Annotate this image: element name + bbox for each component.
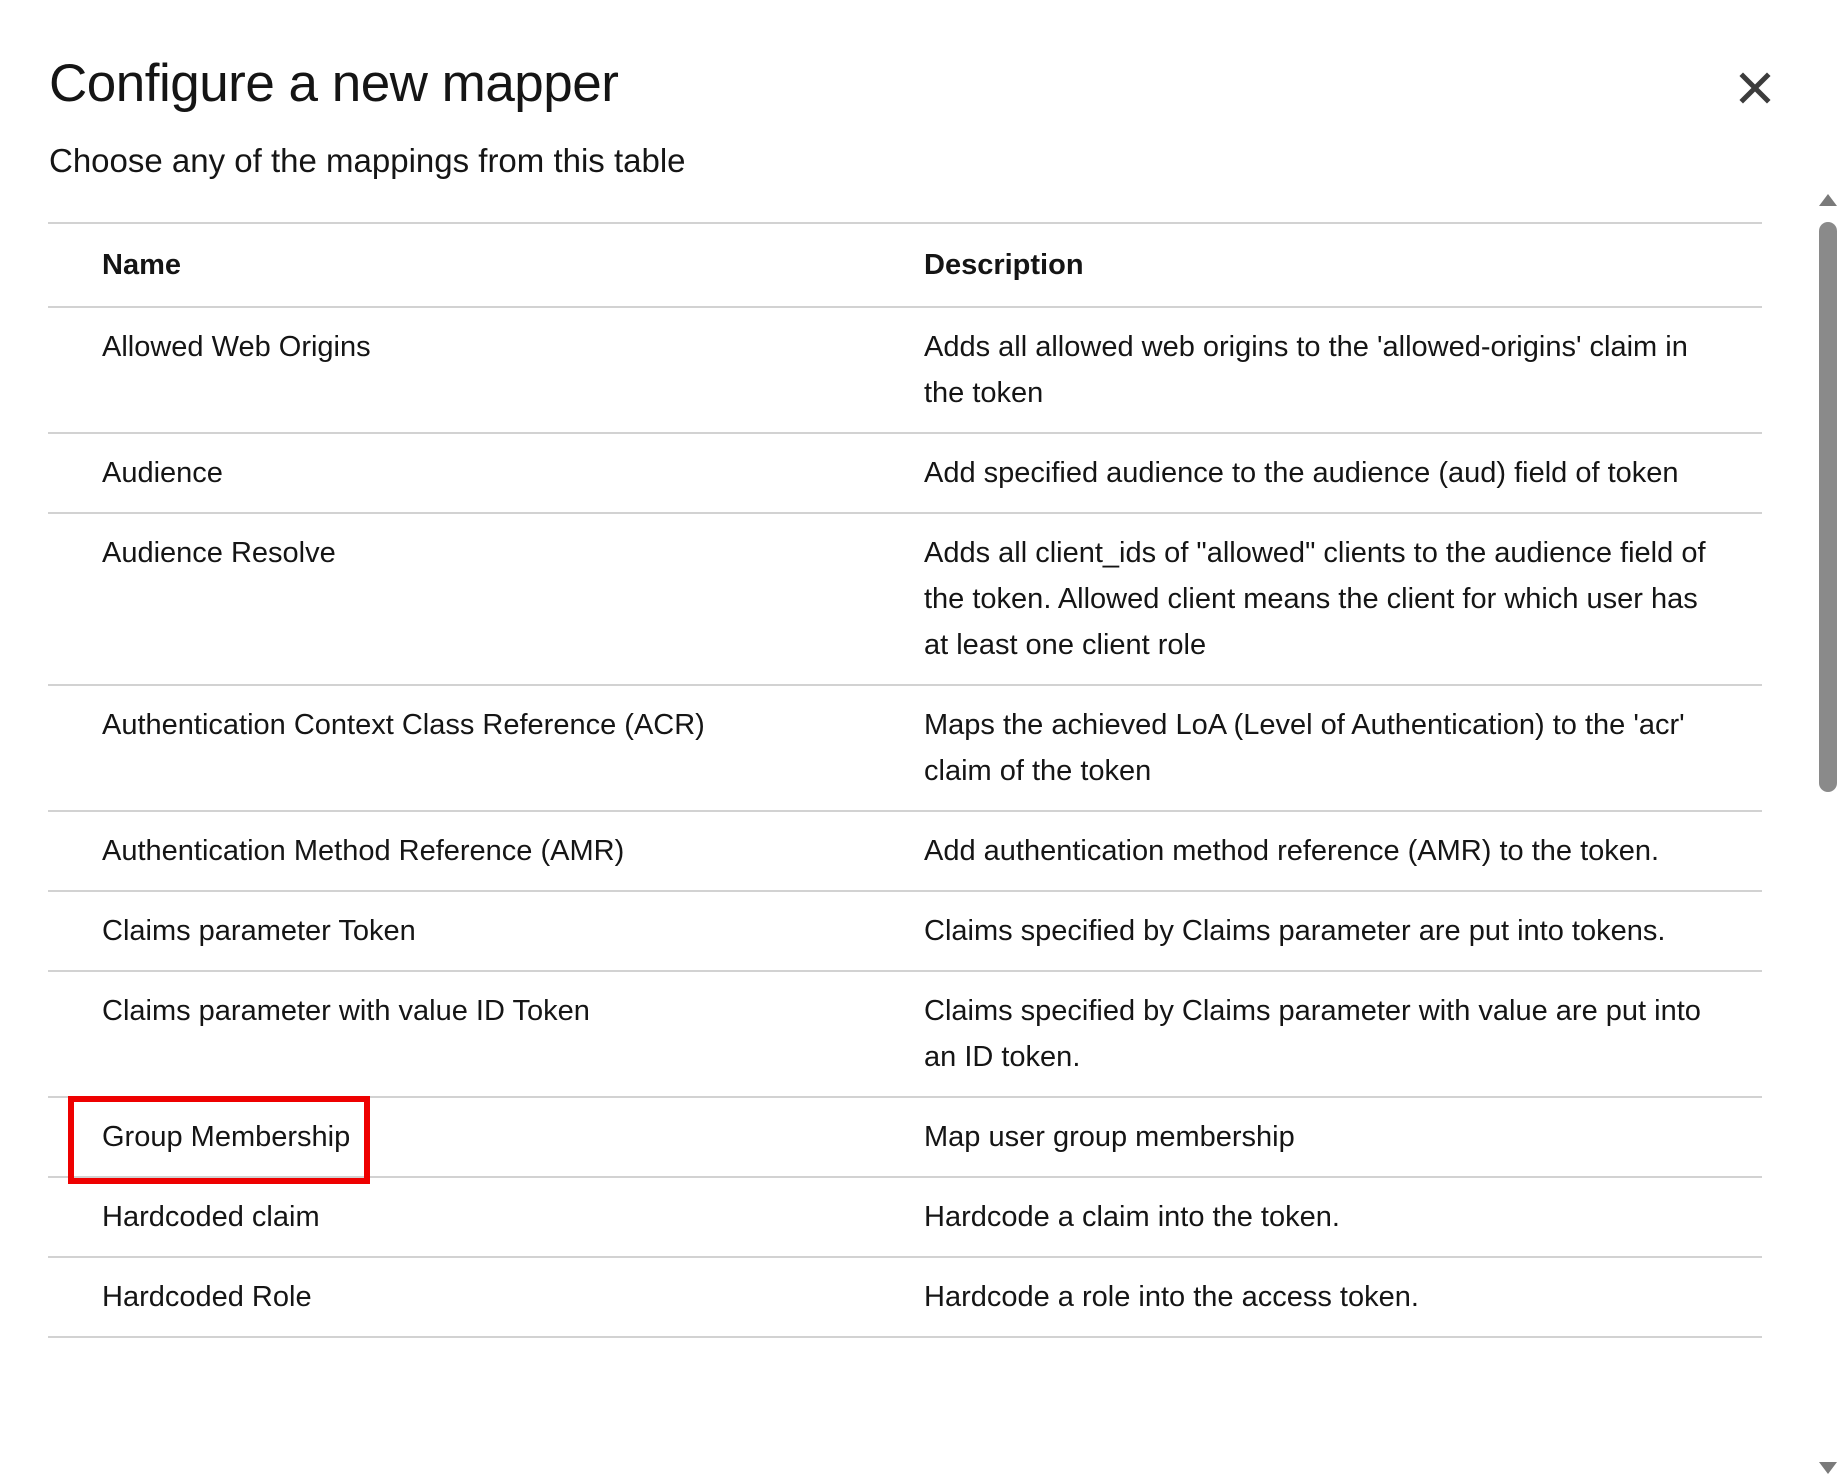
mapper-name-link[interactable]: Authentication Context Class Reference (… [102,709,705,741]
mapper-name-link[interactable]: Audience Resolve [102,537,336,569]
mapper-name-link[interactable]: Authentication Method Reference (AMR) [102,835,624,867]
mapper-description-cell: Map user group membership [924,1097,1762,1178]
table-row[interactable]: Authentication Method Reference (AMR) Add… [48,811,1762,892]
mapper-name-cell: Audience Resolve [48,513,924,686]
mapper-name-cell: Claims parameter Token [48,891,924,972]
mapper-description-cell: Add authentication method reference (AMR… [924,811,1762,892]
table-row[interactable]: Hardcoded Role Hardcode a role into the a… [48,1257,1762,1338]
close-button[interactable] [1727,60,1783,116]
mapper-description-cell: Adds all client_ids of "allowed" clients… [924,513,1762,686]
mapper-name-wrapper: Audience [102,450,223,496]
column-header-name: Name [48,222,924,308]
mapper-table-container: Name Description Allowed Web Origins Adds… [48,222,1762,1482]
table-header-row: Name Description [48,222,1762,308]
mapper-name-link[interactable]: Hardcoded claim [102,1201,320,1233]
scroll-thumb[interactable] [1819,222,1837,792]
table-row[interactable]: Group Membership Map user group membershi… [48,1096,1762,1184]
mapper-name-wrapper: Audience Resolve [102,530,336,576]
table-row[interactable]: Hardcoded claim Hardcode a claim into the… [48,1177,1762,1258]
table-row[interactable]: Audience Add specified audience to the au… [48,433,1762,514]
modal-subtitle: Choose any of the mappings from this tab… [49,142,686,179]
mapper-name-wrapper: Allowed Web Origins [102,324,371,370]
column-header-description: Description [924,222,1762,308]
table-row[interactable]: Authentication Context Class Reference (… [48,685,1762,812]
mapper-name-cell: Allowed Web Origins [48,307,924,434]
mapper-name-wrapper: Authentication Context Class Reference (… [102,702,705,748]
mapper-name-link[interactable]: Hardcoded Role [102,1281,312,1313]
mapper-name-wrapper: Hardcoded claim [102,1194,320,1240]
mapper-description-cell: Claims specified by Claims parameter wit… [924,971,1762,1098]
mapper-name-link[interactable]: Group Membership [102,1121,350,1153]
mapper-name-wrapper: Claims parameter Token [102,908,416,954]
mapper-name-cell: Claims parameter with value ID Token [48,971,924,1098]
mapper-name-link[interactable]: Claims parameter Token [102,915,416,947]
table-row[interactable]: Audience Resolve Adds all client_ids of "… [48,513,1762,686]
scroll-down-arrow-icon[interactable] [1819,1462,1837,1474]
mapper-name-cell: Hardcoded claim [48,1177,924,1258]
mapper-name-link[interactable]: Audience [102,457,223,489]
mapper-name-cell: Hardcoded Role [48,1257,924,1338]
close-icon [1739,72,1771,104]
mapper-name-wrapper: Group Membership [68,1096,371,1184]
mapper-name-cell: Group Membership [48,1096,924,1184]
vertical-scrollbar[interactable] [1815,192,1838,1482]
modal-title: Configure a new mapper [49,54,619,113]
mapper-description-cell: Maps the achieved LoA (Level of Authenti… [924,685,1762,812]
table-body: Allowed Web Origins Adds all allowed web … [48,307,1762,1338]
mapper-table: Name Description Allowed Web Origins Adds… [48,222,1762,1338]
table-row[interactable]: Claims parameter with value ID Token Clai… [48,971,1762,1098]
mapper-description-cell: Hardcode a claim into the token. [924,1177,1762,1258]
mapper-description-cell: Claims specified by Claims parameter are… [924,891,1762,972]
mapper-description-cell: Add specified audience to the audience (… [924,433,1762,514]
mapper-name-wrapper: Claims parameter with value ID Token [102,988,590,1034]
mapper-name-wrapper: Hardcoded Role [102,1274,312,1320]
mapper-name-link[interactable]: Claims parameter with value ID Token [102,995,590,1027]
mapper-name-cell: Authentication Method Reference (AMR) [48,811,924,892]
mapper-description-cell: Hardcode a role into the access token. [924,1257,1762,1338]
table-row[interactable]: Claims parameter Token Claims specified b… [48,891,1762,972]
mapper-description-cell: Adds all allowed web origins to the 'all… [924,307,1762,434]
scroll-up-arrow-icon[interactable] [1819,194,1837,206]
mapper-name-cell: Authentication Context Class Reference (… [48,685,924,812]
table-row[interactable]: Allowed Web Origins Adds all allowed web … [48,307,1762,434]
mapper-name-cell: Audience [48,433,924,514]
configure-mapper-modal: Configure a new mapper Choose any of the… [0,0,1838,1482]
mapper-name-link[interactable]: Allowed Web Origins [102,331,371,363]
mapper-name-wrapper: Authentication Method Reference (AMR) [102,828,624,874]
